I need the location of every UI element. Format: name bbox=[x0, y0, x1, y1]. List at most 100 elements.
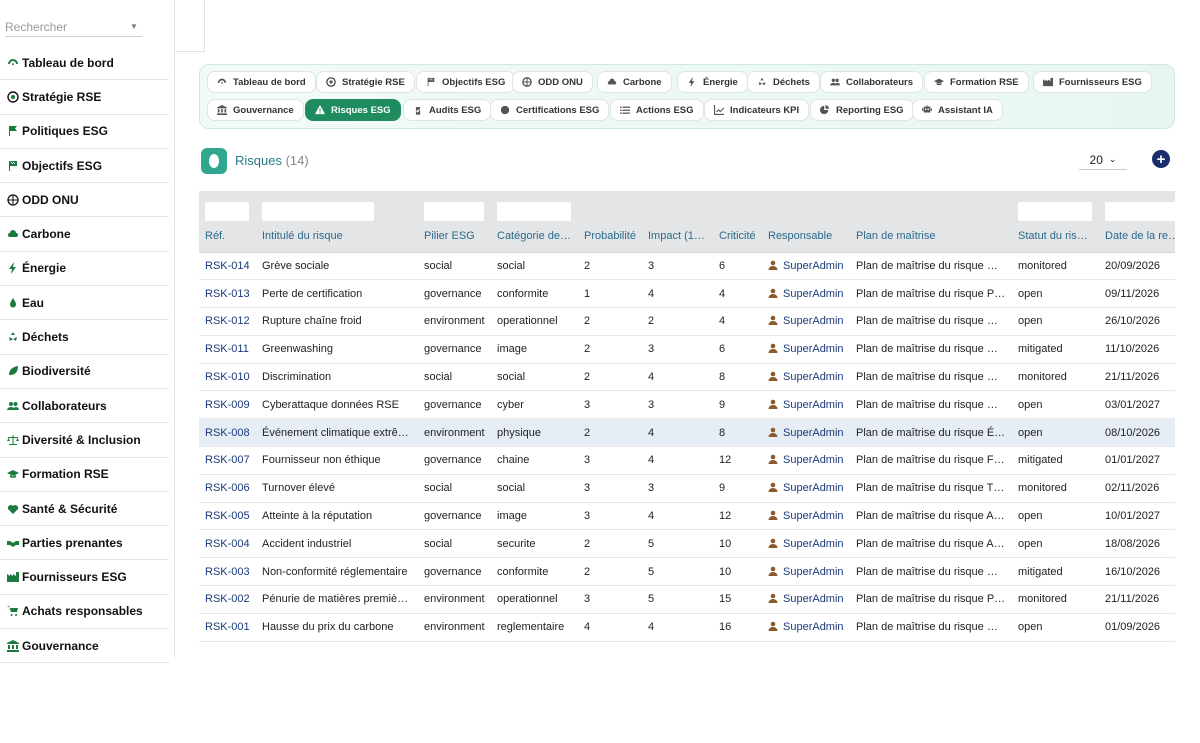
table-row[interactable]: RSK-006 Turnover élevé social social 3 3 9 Supe… bbox=[199, 474, 1175, 503]
cell-responsable[interactable]: SuperAdmin bbox=[762, 474, 850, 503]
sidebar-item-fournisseurs-esg[interactable]: Fournisseurs ESG bbox=[0, 560, 169, 595]
table-row[interactable]: RSK-005 Atteinte à la réputation governanc… bbox=[199, 502, 1175, 531]
column-header-intitule[interactable]: Intitulé du risque bbox=[256, 221, 418, 253]
cell-ref[interactable]: RSK-006 bbox=[199, 474, 256, 503]
filter-input-ref[interactable] bbox=[205, 202, 249, 221]
cell-responsable[interactable]: SuperAdmin bbox=[762, 252, 850, 281]
sidebar-item-odd-onu[interactable]: ODD ONU bbox=[0, 183, 169, 218]
filter-input-categorie[interactable] bbox=[497, 202, 571, 221]
sidebar-item-eau[interactable]: Eau bbox=[0, 286, 169, 321]
tab-risques-esg[interactable]: Risques ESG bbox=[305, 99, 401, 121]
table-row[interactable]: RSK-013 Perte de certification governance c… bbox=[199, 279, 1175, 309]
filter-input-date[interactable] bbox=[1105, 202, 1175, 221]
add-risk-button[interactable]: + bbox=[1152, 150, 1170, 168]
cell-ref[interactable]: RSK-013 bbox=[199, 279, 256, 309]
tab-tableau-de-bord[interactable]: Tableau de bord bbox=[207, 71, 316, 93]
cell-responsable[interactable]: SuperAdmin bbox=[762, 613, 850, 642]
table-row[interactable]: RSK-009 Cyberattaque données RSE governanc… bbox=[199, 390, 1175, 420]
sidebar-item-sante-securite[interactable]: Santé & Sécurité bbox=[0, 492, 169, 527]
cell-ref[interactable]: RSK-011 bbox=[199, 335, 256, 364]
cell-ref[interactable]: RSK-001 bbox=[199, 613, 256, 642]
cell-ref[interactable]: RSK-007 bbox=[199, 446, 256, 475]
cell-responsable[interactable]: SuperAdmin bbox=[762, 279, 850, 309]
filter-input-intitule[interactable] bbox=[262, 202, 374, 221]
column-header-date[interactable]: Date de la re… bbox=[1099, 221, 1175, 253]
column-header-statut[interactable]: Statut du ris… bbox=[1012, 221, 1099, 253]
filter-input-statut[interactable] bbox=[1018, 202, 1092, 221]
table-row[interactable]: RSK-001 Hausse du prix du carbone environm… bbox=[199, 613, 1175, 642]
table-row[interactable]: RSK-007 Fournisseur non éthique governance… bbox=[199, 446, 1175, 475]
tab-formation-rse[interactable]: Formation RSE bbox=[924, 71, 1029, 93]
sidebar-item-gouvernance[interactable]: Gouvernance bbox=[0, 629, 169, 664]
cell-responsable[interactable]: SuperAdmin bbox=[762, 502, 850, 531]
column-header-responsable[interactable]: Responsable bbox=[762, 221, 850, 253]
cell-responsable[interactable]: SuperAdmin bbox=[762, 418, 850, 448]
column-header-categorie[interactable]: Catégorie de… bbox=[491, 221, 578, 253]
cell-responsable[interactable]: SuperAdmin bbox=[762, 390, 850, 420]
column-header-ref[interactable]: Réf. bbox=[199, 221, 256, 253]
cell-ref[interactable]: RSK-002 bbox=[199, 585, 256, 614]
search-input[interactable] bbox=[5, 17, 142, 37]
sidebar-item-tableau-de-bord[interactable]: Tableau de bord bbox=[0, 46, 169, 81]
sidebar-item-parties-prenantes[interactable]: Parties prenantes bbox=[0, 526, 169, 561]
sidebar-item-carbone[interactable]: Carbone bbox=[0, 217, 169, 252]
table-row[interactable]: RSK-014 Grève sociale social social 2 3 6 Super… bbox=[199, 252, 1175, 281]
cell-ref[interactable]: RSK-004 bbox=[199, 529, 256, 559]
cell-ref[interactable]: RSK-014 bbox=[199, 252, 256, 281]
tab-gouvernance[interactable]: Gouvernance bbox=[207, 99, 304, 121]
column-header-probabilite[interactable]: Probabilité bbox=[578, 221, 642, 253]
sidebar-item-diversite-inclusion[interactable]: Diversité & Inclusion bbox=[0, 423, 169, 458]
tab-energie[interactable]: Énergie bbox=[677, 71, 748, 93]
tab-reporting-esg[interactable]: Reporting ESG bbox=[810, 99, 914, 121]
filter-input-pilier[interactable] bbox=[424, 202, 484, 221]
cell-date: 20/09/2026 bbox=[1099, 252, 1175, 281]
tab-objectifs-esg[interactable]: Objectifs ESG bbox=[416, 71, 516, 93]
cell-ref[interactable]: RSK-012 bbox=[199, 307, 256, 336]
table-row[interactable]: RSK-002 Pénurie de matières premiè… enviro… bbox=[199, 585, 1175, 614]
tab-assistant-ia[interactable]: Assistant IA bbox=[912, 99, 1003, 121]
cell-ref[interactable]: RSK-008 bbox=[199, 418, 256, 448]
cell-ref[interactable]: RSK-009 bbox=[199, 390, 256, 420]
table-row[interactable]: RSK-011 Greenwashing governance image 2 3 6 Sup… bbox=[199, 335, 1175, 364]
tab-odd-onu[interactable]: ODD ONU bbox=[512, 71, 593, 93]
sidebar-item-collaborateurs[interactable]: Collaborateurs bbox=[0, 389, 169, 424]
tab-carbone[interactable]: Carbone bbox=[597, 71, 672, 93]
column-header-plan[interactable]: Plan de maîtrise bbox=[850, 221, 1012, 253]
cell-ref[interactable]: RSK-010 bbox=[199, 363, 256, 392]
sidebar-item-politiques-esg[interactable]: Politiques ESG bbox=[0, 115, 169, 149]
sidebar-item-achats-responsables[interactable]: Achats responsables bbox=[0, 595, 169, 630]
tab-strategie-rse[interactable]: Stratégie RSE bbox=[316, 71, 415, 93]
sidebar-item-formation-rse[interactable]: Formation RSE bbox=[0, 458, 169, 492]
tab-certifications-esg[interactable]: Certifications ESG bbox=[490, 99, 610, 121]
cell-ref[interactable]: RSK-003 bbox=[199, 557, 256, 587]
cell-responsable[interactable]: SuperAdmin bbox=[762, 529, 850, 559]
tab-dechets[interactable]: Déchets bbox=[747, 71, 820, 93]
sidebar-item-objectifs-esg[interactable]: Objectifs ESG bbox=[0, 149, 169, 184]
cell-responsable[interactable]: SuperAdmin bbox=[762, 307, 850, 336]
table-row[interactable]: RSK-004 Accident industriel social securite… bbox=[199, 529, 1175, 559]
column-header-criticite[interactable]: Criticité bbox=[713, 221, 762, 253]
cell-ref[interactable]: RSK-005 bbox=[199, 502, 256, 531]
table-row[interactable]: RSK-010 Discrimination social social 2 4 8 Supe… bbox=[199, 363, 1175, 392]
cell-responsable[interactable]: SuperAdmin bbox=[762, 363, 850, 392]
chevron-down-icon[interactable]: ▼ bbox=[130, 22, 138, 31]
sidebar-item-dechets[interactable]: Déchets bbox=[0, 320, 169, 355]
page-size-select[interactable]: 20 ⌄ bbox=[1079, 150, 1127, 170]
table-row[interactable]: RSK-012 Rupture chaîne froid environment op… bbox=[199, 307, 1175, 336]
cell-responsable[interactable]: SuperAdmin bbox=[762, 585, 850, 614]
sidebar-item-biodiversite[interactable]: Biodiversité bbox=[0, 355, 169, 389]
tab-actions-esg[interactable]: Actions ESG bbox=[610, 99, 704, 121]
tab-indicateurs-kpi[interactable]: Indicateurs KPI bbox=[704, 99, 810, 121]
sidebar-item-energie[interactable]: Énergie bbox=[0, 252, 169, 287]
sidebar-item-strategie-rse[interactable]: Stratégie RSE bbox=[0, 80, 169, 115]
table-row[interactable]: RSK-003 Non-conformité réglementaire gover… bbox=[199, 557, 1175, 587]
cell-responsable[interactable]: SuperAdmin bbox=[762, 335, 850, 364]
tab-audits-esg[interactable]: Audits ESG bbox=[403, 99, 492, 121]
column-header-pilier[interactable]: Pilier ESG bbox=[418, 221, 491, 253]
cell-responsable[interactable]: SuperAdmin bbox=[762, 446, 850, 475]
column-header-impact[interactable]: Impact (1-5) bbox=[642, 221, 713, 253]
cell-responsable[interactable]: SuperAdmin bbox=[762, 557, 850, 587]
tab-collaborateurs[interactable]: Collaborateurs bbox=[820, 71, 924, 93]
table-row[interactable]: RSK-008 Événement climatique extrê… enviro… bbox=[199, 418, 1175, 448]
tab-fournisseurs-esg[interactable]: Fournisseurs ESG bbox=[1033, 71, 1152, 93]
